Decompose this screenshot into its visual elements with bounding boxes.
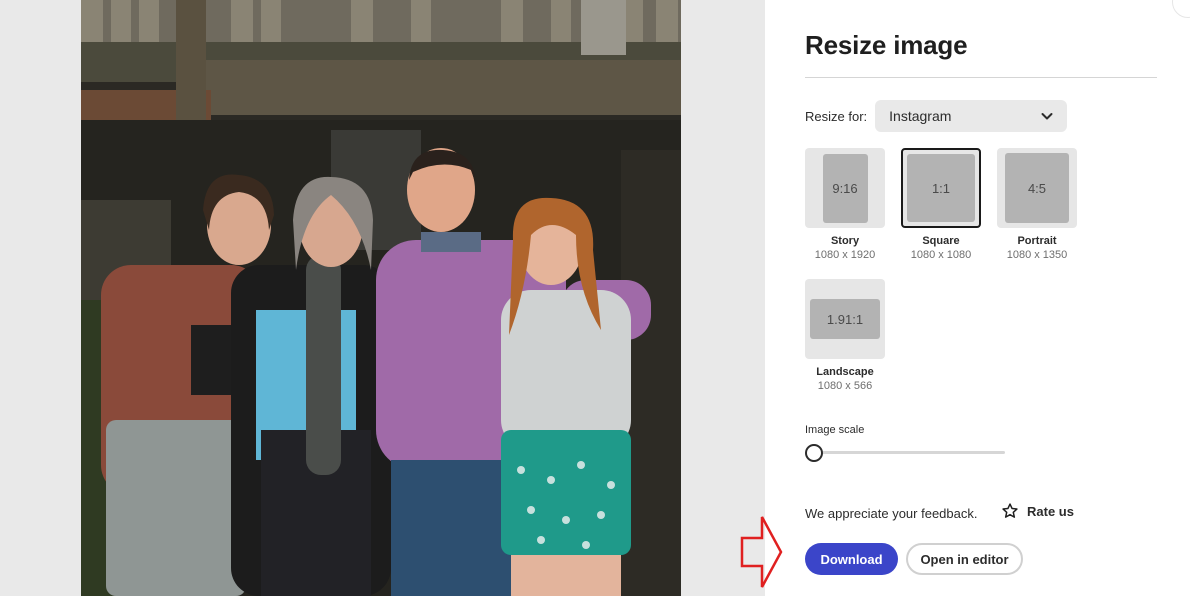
image-scale-track[interactable] bbox=[813, 451, 1005, 454]
canvas-area bbox=[0, 0, 765, 596]
preset-story[interactable]: 9:16 Story 1080 x 1920 bbox=[805, 148, 885, 261]
feedback-text: We appreciate your feedback. bbox=[805, 506, 978, 521]
preset-ratio: 1.91:1 bbox=[810, 299, 880, 339]
preset-landscape[interactable]: 1.91:1 Landscape 1080 x 566 bbox=[805, 279, 885, 392]
title-divider bbox=[805, 77, 1157, 78]
preset-tile: 9:16 bbox=[805, 148, 885, 228]
red-arrow-icon bbox=[740, 516, 783, 588]
preset-size: 1080 x 1350 bbox=[1006, 249, 1068, 261]
preset-name: Landscape bbox=[816, 366, 874, 378]
resize-for-dropdown[interactable]: Instagram bbox=[875, 100, 1068, 132]
preset-ratio: 9:16 bbox=[822, 153, 868, 223]
preset-tile: 4:5 bbox=[997, 148, 1077, 228]
resize-panel: Resize image Resize for: Instagram 9:16 … bbox=[765, 0, 1190, 596]
close-button[interactable] bbox=[1172, 0, 1190, 18]
preset-tile: 1.91:1 bbox=[805, 279, 885, 359]
download-button[interactable]: Download bbox=[805, 543, 898, 575]
preset-size: 1080 x 1920 bbox=[814, 249, 876, 261]
preset-size: 1080 x 566 bbox=[817, 380, 873, 392]
preset-size: 1080 x 1080 bbox=[910, 249, 972, 261]
preset-ratio: 1:1 bbox=[907, 154, 975, 222]
resize-for-value: Instagram bbox=[889, 108, 952, 124]
photo-illustration bbox=[81, 0, 681, 596]
image-scale-label: Image scale bbox=[805, 424, 865, 436]
chevron-down-icon bbox=[1041, 113, 1053, 120]
preset-name: Story bbox=[830, 235, 860, 247]
preset-name: Square bbox=[922, 235, 960, 247]
preset-tile: 1:1 bbox=[901, 148, 981, 228]
preset-name: Portrait bbox=[1017, 235, 1057, 247]
panel-title: Resize image bbox=[805, 30, 968, 60]
rate-us-button[interactable]: Rate us bbox=[1001, 502, 1074, 520]
preset-ratio: 4:5 bbox=[1005, 153, 1069, 223]
preset-square[interactable]: 1:1 Square 1080 x 1080 bbox=[901, 148, 981, 261]
preset-portrait[interactable]: 4:5 Portrait 1080 x 1350 bbox=[997, 148, 1077, 261]
open-in-editor-button[interactable]: Open in editor bbox=[906, 543, 1023, 575]
rate-us-label: Rate us bbox=[1027, 503, 1074, 519]
image-scale-thumb[interactable] bbox=[805, 444, 823, 462]
resize-for-row: Resize for: Instagram bbox=[805, 100, 1068, 132]
star-icon bbox=[1002, 503, 1018, 518]
resize-for-label: Resize for: bbox=[805, 108, 868, 124]
preview-photo bbox=[81, 0, 681, 596]
